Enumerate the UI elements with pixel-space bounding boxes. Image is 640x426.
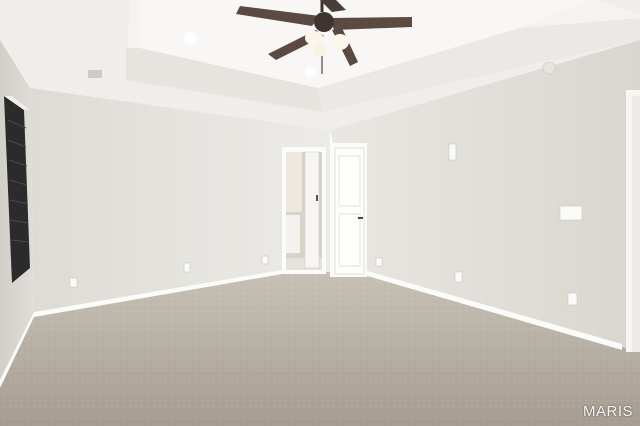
closet-door [330, 143, 367, 277]
smoke-detector [542, 61, 556, 75]
room-photo: MARIS [0, 0, 640, 426]
room-illustration [0, 0, 640, 426]
watermark-text: MARIS [582, 403, 633, 420]
bathroom-doorway [282, 147, 326, 274]
ceiling-vent [88, 70, 102, 78]
